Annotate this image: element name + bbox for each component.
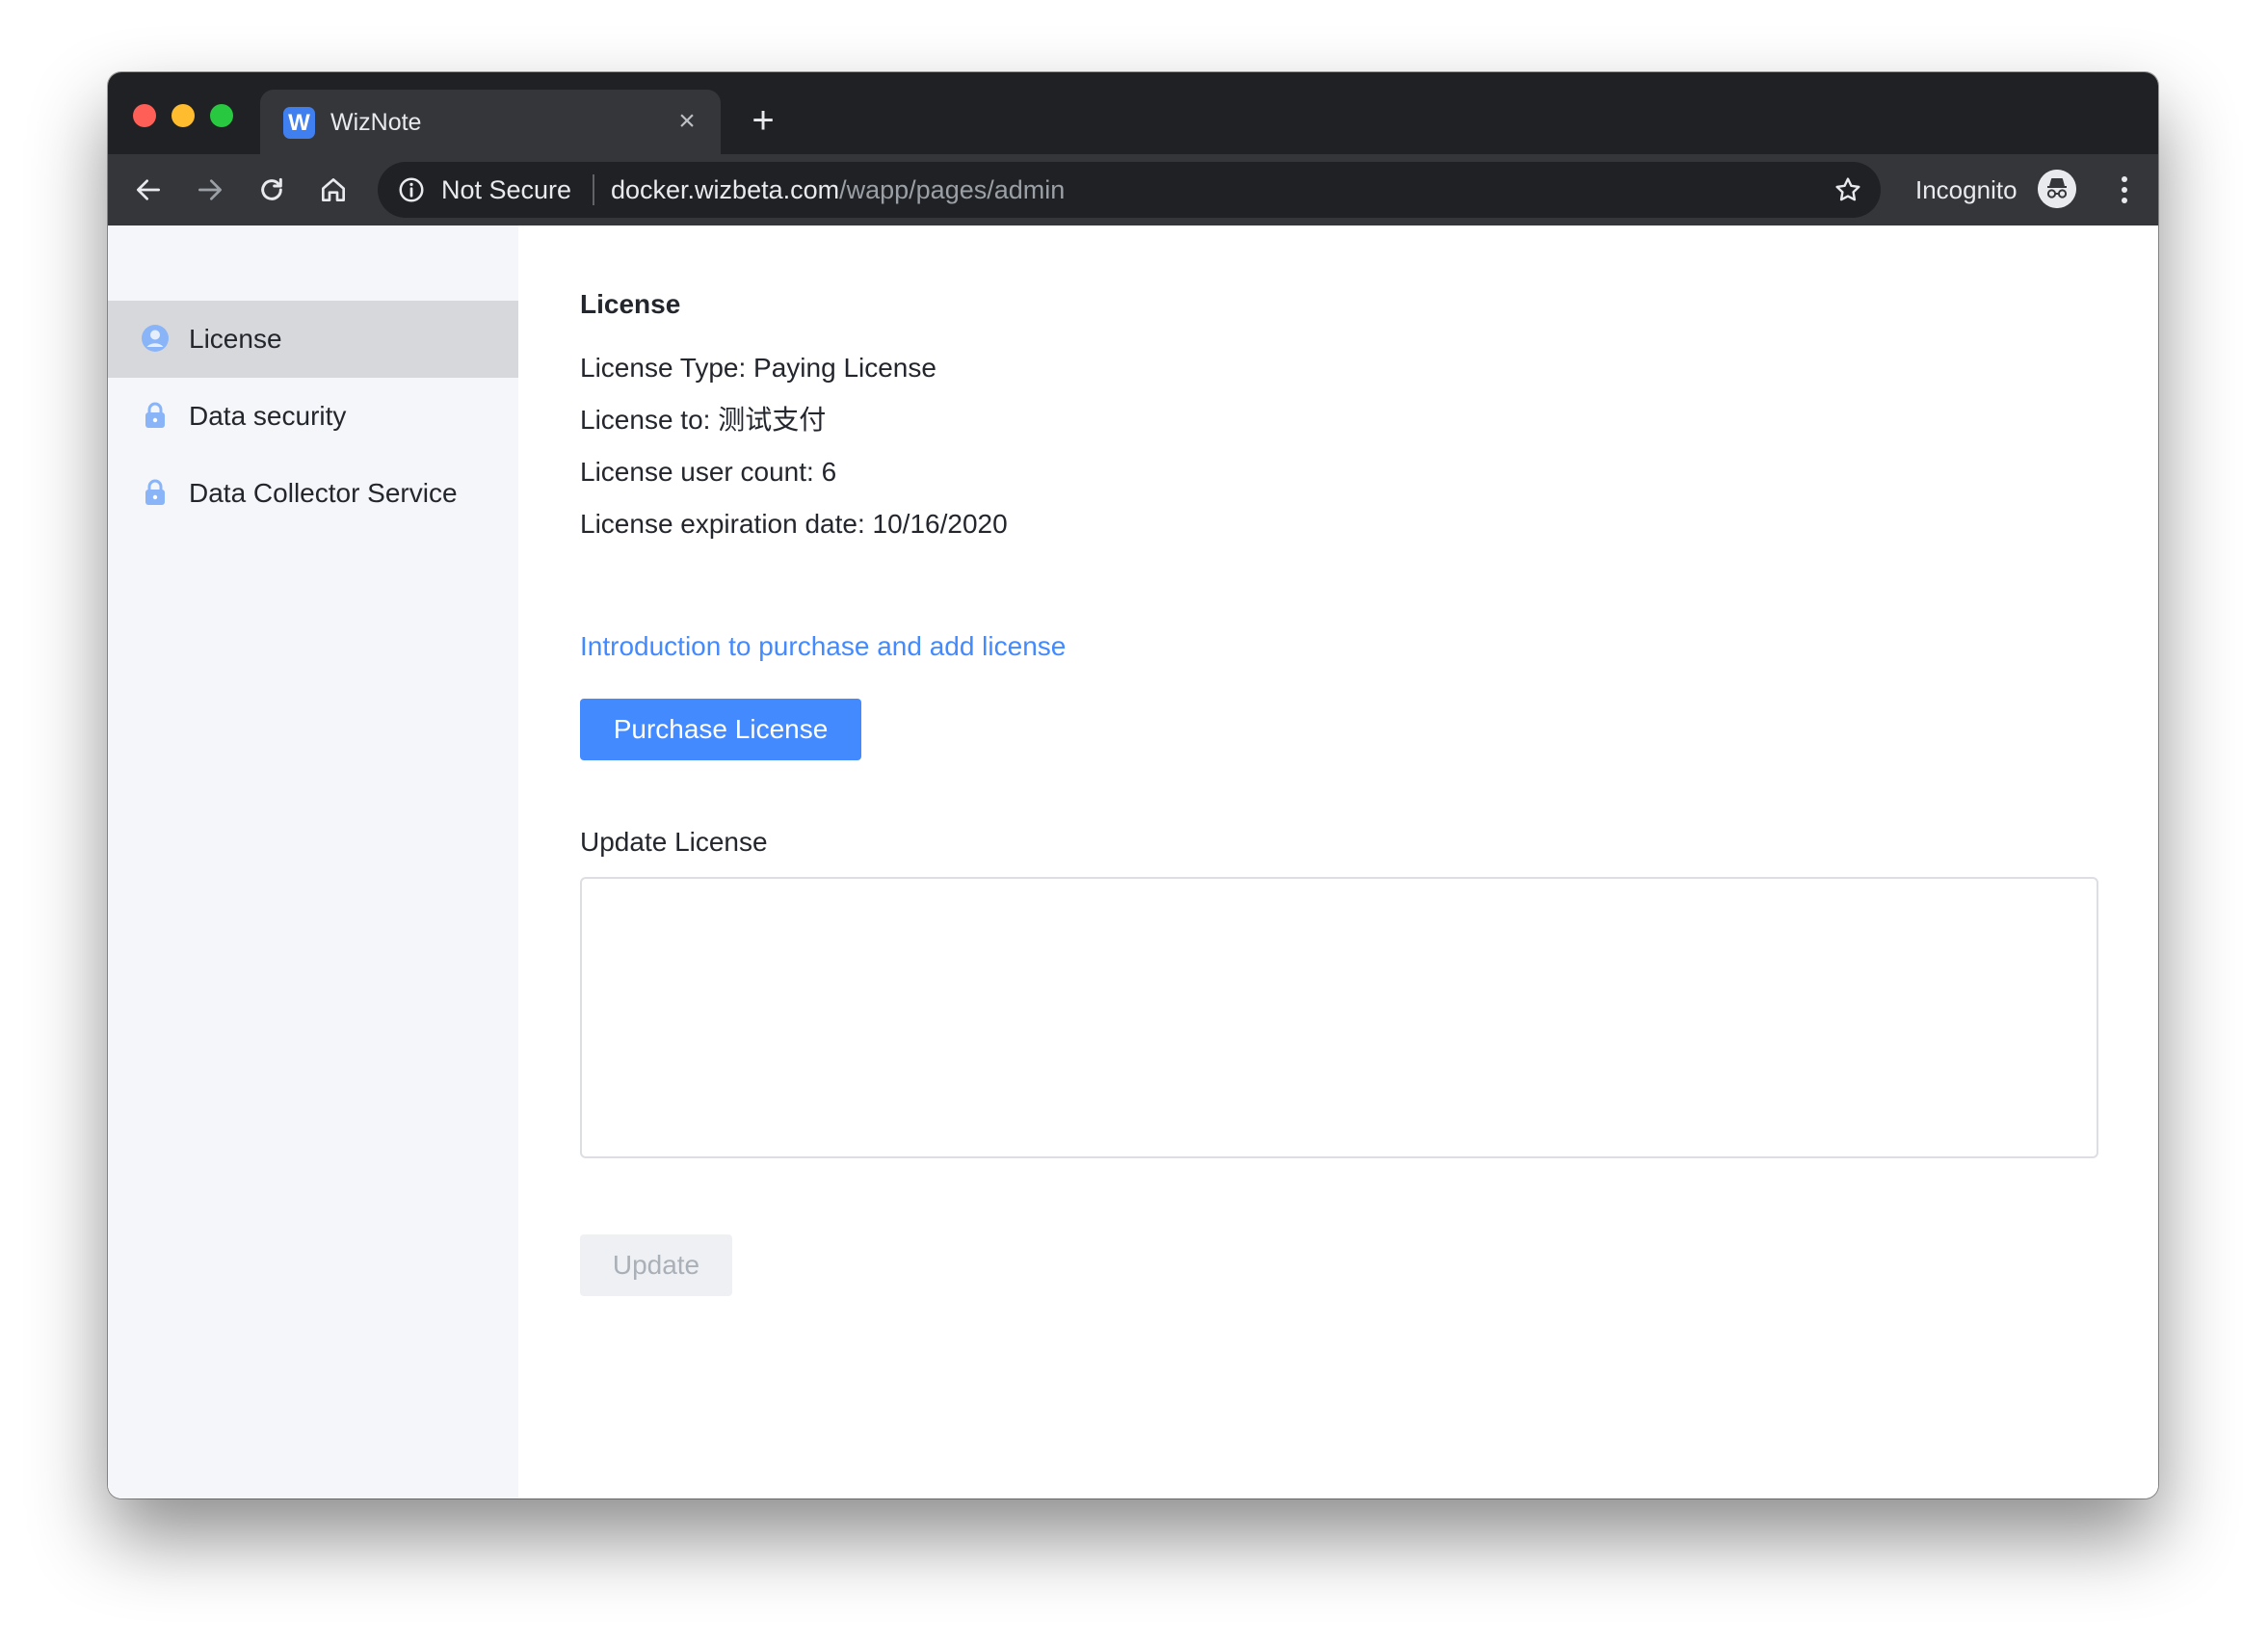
sidebar-item-label: License (189, 324, 282, 354)
license-textarea[interactable] (580, 877, 2098, 1158)
back-button[interactable] (127, 169, 170, 211)
purchase-license-button[interactable]: Purchase License (580, 699, 861, 760)
reload-button[interactable] (251, 169, 293, 211)
license-expiration: License expiration date: 10/16/2020 (580, 509, 1008, 539)
url-host: docker.wizbeta.com (611, 175, 840, 204)
lock-icon (145, 402, 165, 428)
close-window-button[interactable] (133, 104, 156, 127)
minimize-window-button[interactable] (171, 104, 195, 127)
license-to: License to: 测试支付 (580, 405, 827, 435)
wiznote-favicon-icon: W (283, 107, 315, 139)
arrow-left-icon (137, 179, 160, 200)
incognito-label[interactable]: Incognito (1915, 175, 2017, 204)
arrow-right-icon (198, 179, 222, 200)
update-button[interactable]: Update (580, 1234, 732, 1296)
user-circle-icon (142, 325, 169, 352)
security-status[interactable]: Not Secure (441, 174, 571, 205)
url-text[interactable]: docker.wizbeta.com/wapp/pages/admin (611, 174, 1065, 205)
home-icon (322, 178, 345, 201)
tab-close-icon[interactable]: × (671, 105, 703, 138)
license-type: License Type: Paying License (580, 353, 936, 383)
page: License Data security Data Collector Ser… (108, 225, 2158, 1498)
license-user-count: License user count: 6 (580, 457, 837, 487)
reload-icon (261, 177, 282, 200)
sidebar-item-license[interactable]: License (108, 301, 518, 378)
sidebar-item-data-security[interactable]: Data security (108, 378, 518, 455)
page-title: License (580, 289, 681, 319)
sidebar-item-data-collector-service[interactable]: Data Collector Service (108, 455, 518, 532)
tab-wiznote[interactable]: W WizNote × (260, 90, 721, 154)
more-menu-icon[interactable] (2110, 171, 2139, 209)
forward-button[interactable] (189, 169, 231, 211)
main-content: License License Type: Paying License Lic… (580, 225, 2158, 1498)
info-circle-icon[interactable] (397, 175, 426, 204)
lock-icon (145, 479, 165, 505)
omnibox-divider (593, 174, 594, 205)
sidebar-item-label: Data Collector Service (189, 478, 458, 508)
incognito-icon[interactable] (2038, 170, 2076, 208)
bookmark-star-icon[interactable] (1833, 174, 1863, 205)
tab-title: WizNote (330, 109, 422, 136)
browser-window: W WizNote × + Not Secure docker.wizbeta.… (108, 72, 2158, 1498)
tab-strip: W WizNote × + (108, 72, 2158, 154)
address-bar[interactable]: Not Secure docker.wizbeta.com/wapp/pages… (378, 162, 1881, 218)
new-tab-button[interactable]: + (744, 101, 782, 140)
intro-purchase-link[interactable]: Introduction to purchase and add license (580, 630, 1066, 663)
update-license-label: Update License (580, 827, 768, 857)
url-path: /wapp/pages/admin (839, 175, 1066, 204)
sidebar-item-label: Data security (189, 401, 347, 431)
browser-toolbar: Not Secure docker.wizbeta.com/wapp/pages… (108, 154, 2158, 225)
home-button[interactable] (312, 169, 355, 211)
zoom-window-button[interactable] (210, 104, 233, 127)
sidebar: License Data security Data Collector Ser… (108, 225, 518, 1498)
